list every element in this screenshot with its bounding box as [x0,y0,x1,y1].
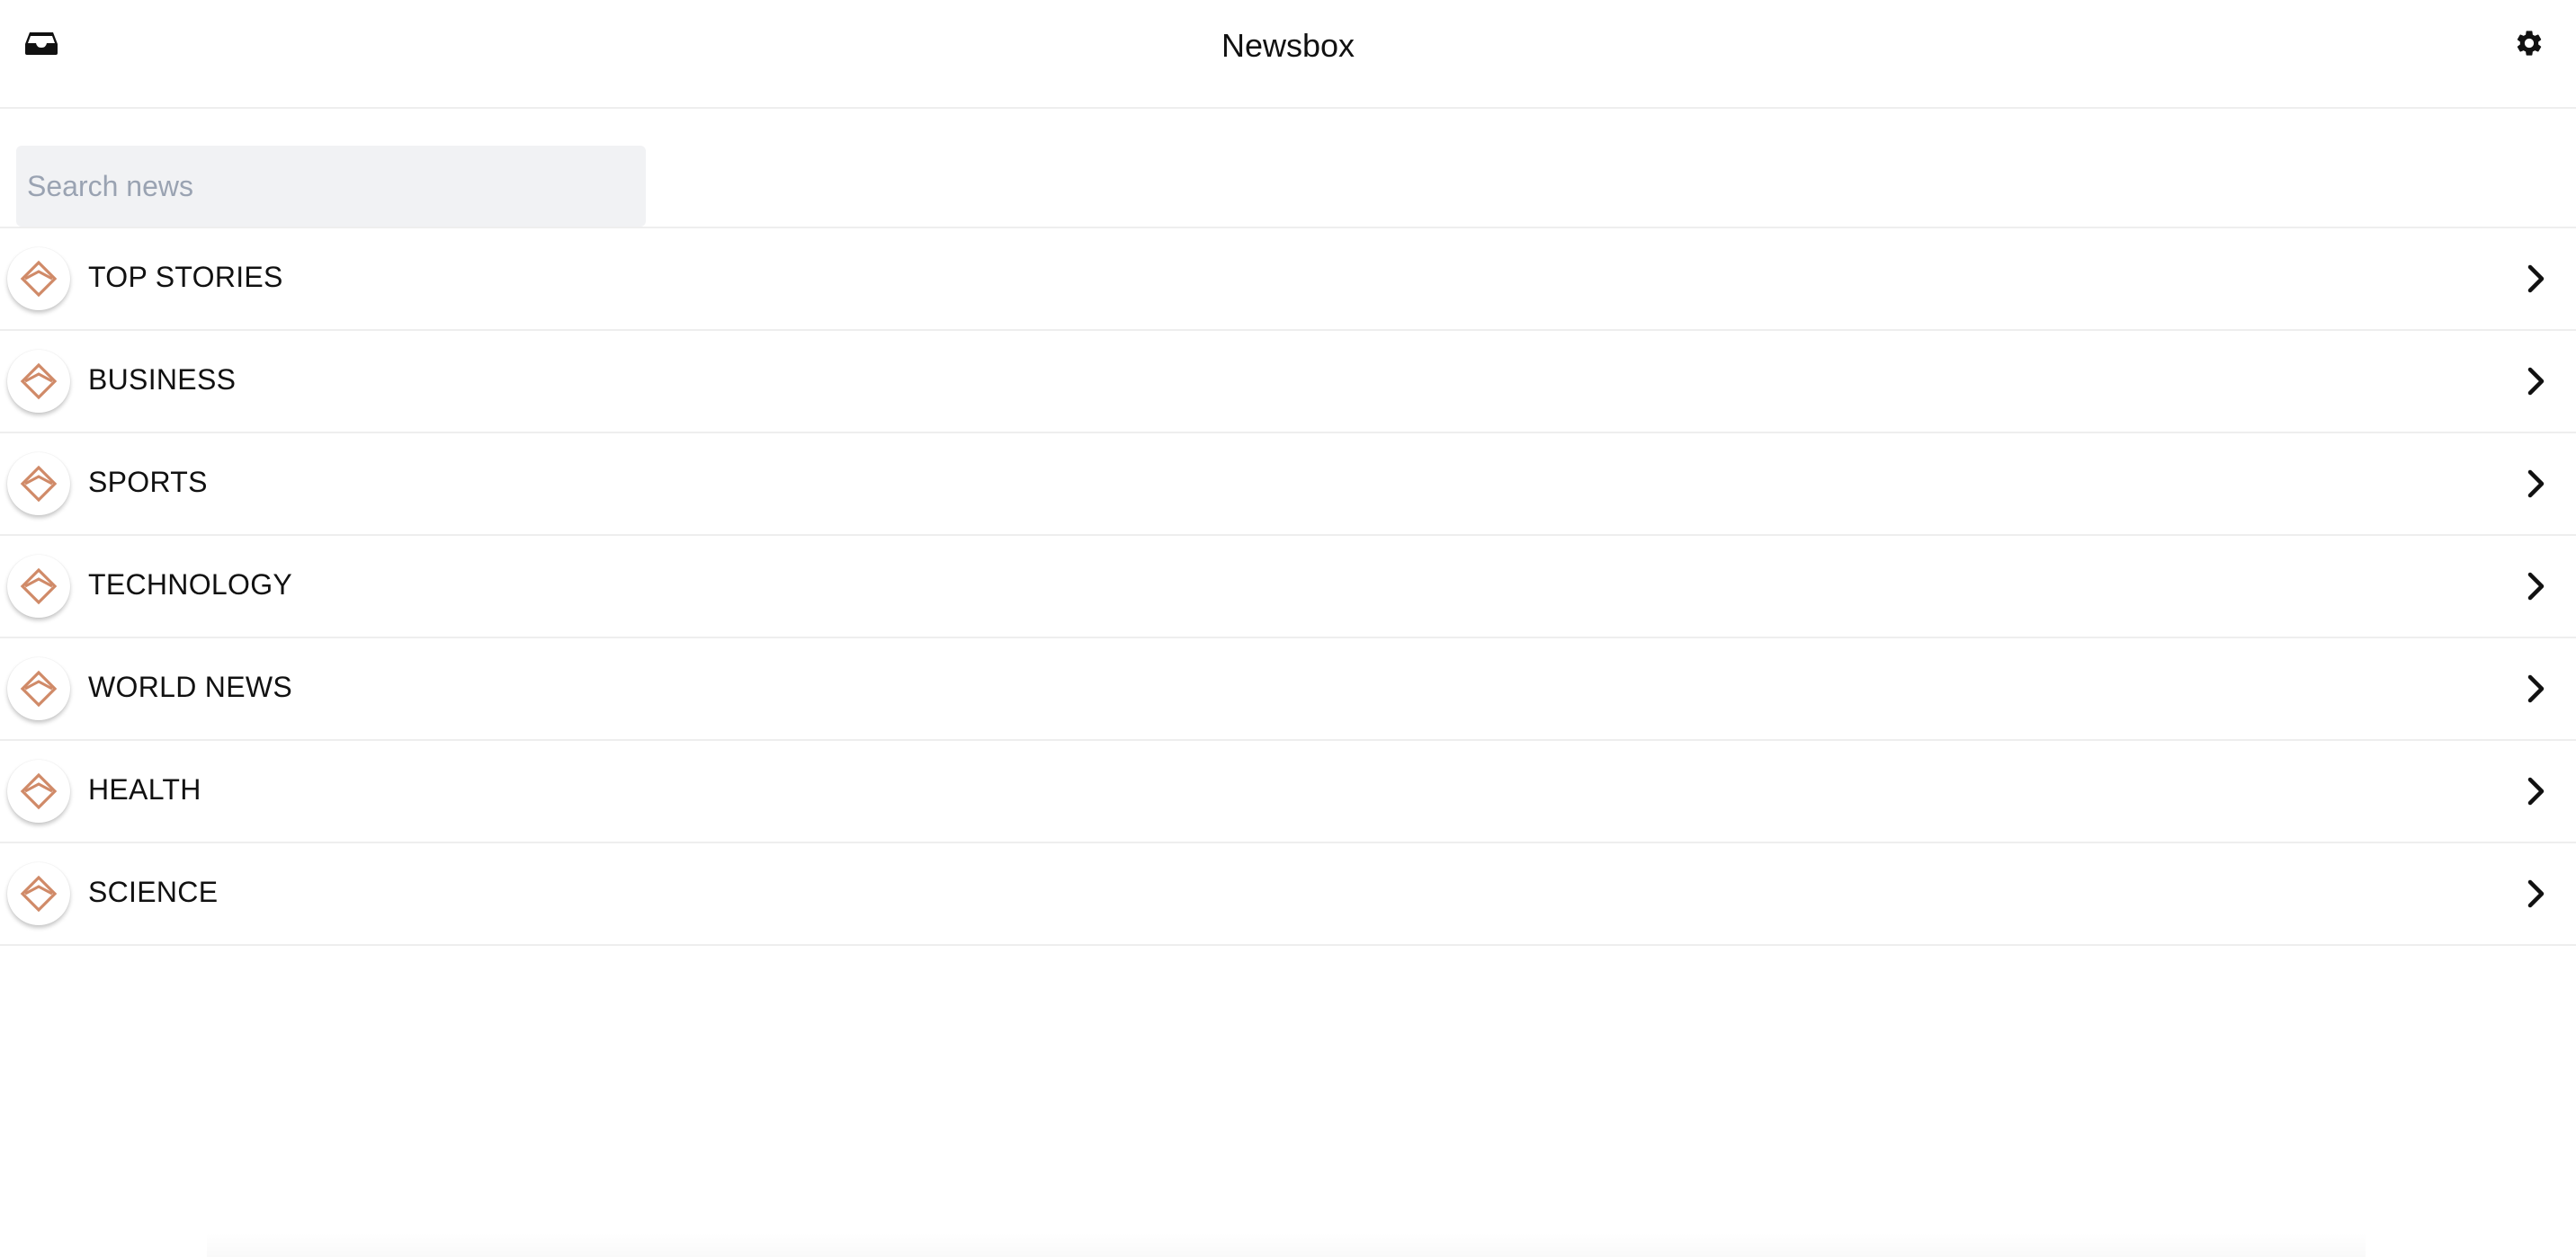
kite-logo-icon [20,567,58,605]
category-item-world-news[interactable]: WORLD NEWS [0,638,2576,741]
category-item-sports[interactable]: SPORTS [0,433,2576,536]
avatar [7,247,70,310]
search-input[interactable] [16,146,646,227]
avatar [7,760,70,823]
category-list: TOP STORIES BUSINESS SPORTS TECHNOLOGY W… [0,227,2576,946]
category-item-technology[interactable]: TECHNOLOGY [0,536,2576,638]
category-label: HEALTH [88,773,201,806]
avatar [7,862,70,925]
avatar [7,555,70,618]
chevron-right-icon [2520,671,2553,707]
category-item-health[interactable]: HEALTH [0,741,2576,843]
chevron-right-icon [2520,466,2553,502]
category-label: SPORTS [88,466,208,498]
page-title: Newsbox [1221,27,1355,64]
avatar [7,657,70,720]
category-label: TECHNOLOGY [88,568,293,601]
search-container [16,146,646,227]
kite-logo-icon [20,465,58,503]
kite-logo-icon [20,670,58,708]
gear-icon [2517,31,2542,56]
kite-logo-icon [20,260,58,298]
kite-logo-icon [20,772,58,810]
avatar [7,350,70,413]
settings-button[interactable] [2511,25,2547,61]
category-label: TOP STORIES [88,261,283,293]
chevron-right-icon [2520,363,2553,399]
kite-logo-icon [20,875,58,913]
chevron-right-icon [2520,568,2553,604]
category-label: SCIENCE [88,876,219,908]
category-item-top-stories[interactable]: TOP STORIES [0,228,2576,331]
category-item-business[interactable]: BUSINESS [0,331,2576,433]
kite-logo-icon [20,362,58,400]
avatar [7,452,70,515]
bottom-fade [207,1232,2366,1257]
chevron-right-icon [2520,261,2553,297]
category-label: WORLD NEWS [88,671,292,703]
chevron-right-icon [2520,773,2553,809]
category-label: BUSINESS [88,363,237,396]
category-item-science[interactable]: SCIENCE [0,843,2576,946]
chevron-right-icon [2520,876,2553,912]
app-header: Newsbox [0,0,2576,109]
